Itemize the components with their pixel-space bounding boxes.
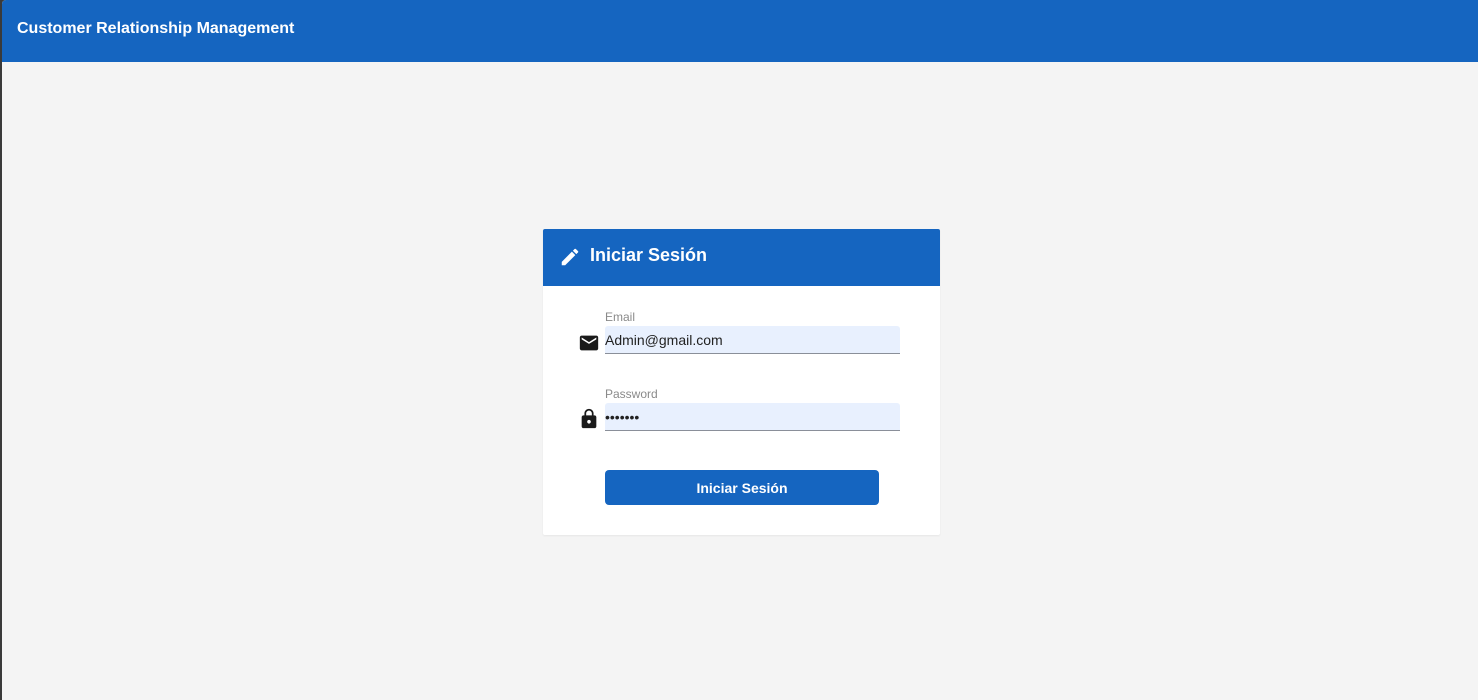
envelope-icon [578,332,600,354]
pencil-icon [559,246,581,268]
app-title: Customer Relationship Management [17,20,295,37]
top-app-bar: Customer Relationship Management [2,0,1478,62]
password-label: Password [605,387,658,401]
email-input[interactable] [605,326,900,353]
password-input[interactable] [605,403,900,430]
email-label: Email [605,310,636,324]
login-card-header: Iniciar Sesión [543,229,940,286]
email-field[interactable] [605,326,900,354]
login-card-title: Iniciar Sesión [590,245,708,265]
lock-icon [578,408,600,430]
app-window: Customer Relationship Management Iniciar… [2,0,1478,700]
login-button[interactable]: Iniciar Sesión [605,470,879,505]
login-card: Iniciar Sesión Email Password Iniciar Se… [543,229,940,535]
password-field[interactable] [605,403,900,431]
